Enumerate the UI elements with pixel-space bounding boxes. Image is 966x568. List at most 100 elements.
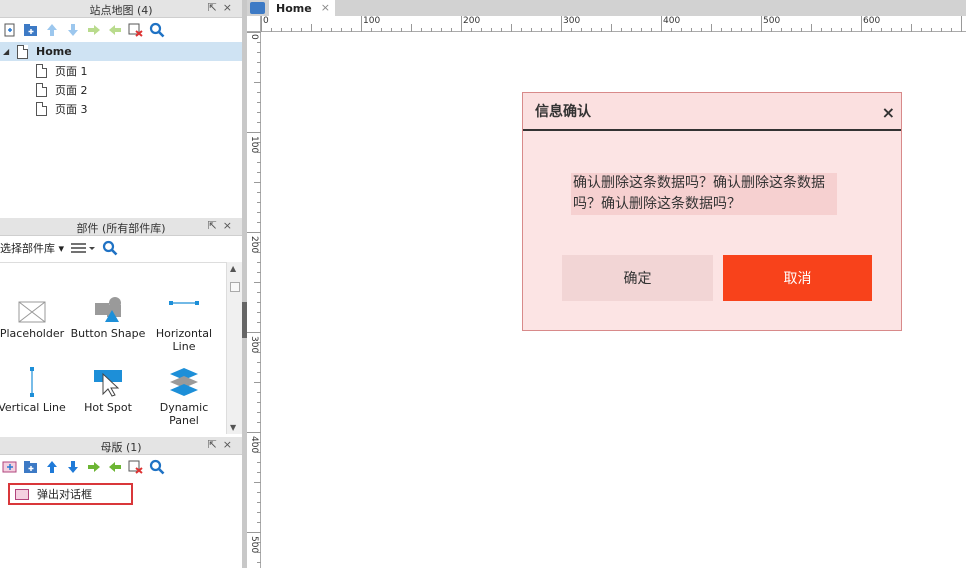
tree-item-label: 页面 1 [55, 64, 88, 78]
ruler-label: 0 [263, 16, 269, 26]
ruler-label: 100 [249, 136, 259, 154]
add-master-icon[interactable] [2, 459, 18, 475]
hot-spot-icon [70, 357, 146, 397]
move-down-icon[interactable] [65, 459, 81, 475]
ruler-label: 100 [363, 16, 381, 26]
close-tab-icon[interactable]: × [321, 1, 330, 14]
library-select[interactable]: 选择部件库 ▾ [0, 240, 64, 256]
master-icon [15, 488, 29, 500]
ruler-label: 400 [663, 16, 681, 26]
master-item-label: 弹出对话框 [37, 488, 92, 501]
tab-home[interactable]: Home × [269, 0, 335, 16]
tree-item-label: 页面 3 [55, 102, 88, 116]
search-icon[interactable] [149, 22, 165, 38]
widgets-scrollbar[interactable]: ▲ ▼ [226, 262, 242, 434]
widget-label: Vertical Line [0, 401, 66, 414]
sitemap-header: 站点地图 (4) ⇱× [0, 0, 242, 18]
widget-label: Placeholder [0, 327, 65, 340]
confirm-dialog[interactable]: 信息确认 × 确认删除这条数据吗？确认删除这条数据吗？确认删除这条数据吗？ 确定… [522, 92, 902, 331]
widget-hot-spot[interactable]: Hot Spot [70, 357, 146, 414]
ruler-label: 200 [249, 236, 259, 254]
close-icon[interactable]: × [223, 1, 238, 14]
ruler-label: 500 [763, 16, 781, 26]
outdent-icon[interactable] [107, 22, 123, 38]
cancel-button[interactable]: 取消 [723, 255, 872, 301]
widget-horizontal-line[interactable]: Horizontal Line [146, 283, 222, 353]
ruler-label: 300 [249, 336, 259, 354]
tree-item-page[interactable]: 页面 3 [0, 99, 242, 118]
tab-label: Home [276, 1, 312, 15]
tree-item-label: Home [36, 45, 72, 58]
master-item-popup-dialog[interactable]: 弹出对话框 [8, 483, 133, 505]
widget-label: Hot Spot [84, 401, 132, 414]
move-down-icon[interactable] [65, 22, 81, 38]
sitemap-toolbar [0, 18, 242, 42]
page-icon [36, 101, 47, 116]
widget-button-shape[interactable]: Button Shape [70, 283, 146, 340]
outdent-icon[interactable] [107, 459, 123, 475]
vertical-line-icon [0, 357, 70, 397]
dialog-title: 信息确认 [535, 104, 591, 120]
ruler-label: 0 [249, 34, 259, 40]
tree-item-label: 页面 2 [55, 83, 88, 97]
move-up-icon[interactable] [44, 459, 60, 475]
scroll-down-icon[interactable]: ▼ [230, 423, 236, 432]
widget-placeholder[interactable]: Placeholder [0, 283, 70, 340]
widgets-header: 部件 (所有部件库) ⇱× [0, 218, 242, 236]
tree-item-home[interactable]: ◢ Home [0, 42, 242, 61]
delete-master-icon[interactable] [128, 459, 144, 475]
page-icon [36, 82, 47, 97]
widget-label: Horizontal Line [155, 327, 213, 353]
tree-item-page[interactable]: 页面 2 [0, 80, 242, 99]
pin-icon[interactable]: ⇱ [208, 219, 223, 232]
widget-grid: Placeholder Button Shape Horizontal Line… [0, 262, 226, 432]
widget-label: Button Shape [70, 327, 146, 340]
ruler-label: 400 [249, 436, 259, 454]
widgets-panel: 部件 (所有部件库) ⇱× 选择部件库 ▾ Placeholder Button… [0, 218, 242, 436]
widget-vertical-line[interactable]: Vertical Line [0, 357, 70, 414]
search-icon[interactable] [149, 459, 165, 475]
widget-dynamic-panel[interactable]: Dynamic Panel [146, 357, 222, 427]
close-icon[interactable]: × [223, 438, 238, 451]
masters-title: 母版 (1) [100, 441, 142, 454]
scroll-thumb[interactable] [230, 282, 240, 292]
button-shape-icon [70, 283, 146, 323]
dialog-message: 确认删除这条数据吗？确认删除这条数据吗？确认删除这条数据吗？ [571, 173, 837, 215]
delete-page-icon[interactable] [128, 22, 144, 38]
ruler-label: 200 [463, 16, 481, 26]
add-page-icon[interactable] [2, 22, 18, 38]
masters-header: 母版 (1) ⇱× [0, 437, 242, 455]
add-folder-icon[interactable] [23, 459, 39, 475]
ruler-ticks [247, 32, 261, 563]
page-tab-icon [250, 2, 265, 14]
page-icon [17, 44, 28, 59]
placeholder-icon [0, 283, 70, 323]
widgets-title: 部件 (所有部件库) [76, 222, 166, 235]
ruler-label: 600 [863, 16, 881, 26]
indent-icon[interactable] [86, 459, 102, 475]
horizontal-ruler[interactable]: 0 100 200 300 400 500 600 [261, 16, 966, 32]
ok-button[interactable]: 确定 [562, 255, 713, 301]
menu-icon[interactable] [70, 240, 96, 256]
horizontal-line-icon [146, 283, 222, 323]
masters-panel: 母版 (1) ⇱× 弹出对话框 [0, 437, 242, 568]
pin-icon[interactable]: ⇱ [208, 1, 223, 14]
indent-icon[interactable] [86, 22, 102, 38]
dialog-header: 信息确认 [523, 93, 901, 131]
page-icon [36, 63, 47, 78]
widgets-toolbar: 选择部件库 ▾ [0, 236, 242, 260]
masters-toolbar [0, 455, 242, 479]
move-up-icon[interactable] [44, 22, 60, 38]
scroll-up-icon[interactable]: ▲ [230, 264, 236, 273]
tree-item-page[interactable]: 页面 1 [0, 61, 242, 80]
collapse-caret-icon[interactable]: ◢ [3, 47, 13, 56]
close-icon[interactable]: × [223, 219, 238, 232]
ruler-label: 500 [249, 536, 259, 554]
search-icon[interactable] [102, 240, 118, 256]
add-folder-icon[interactable] [23, 22, 39, 38]
pin-icon[interactable]: ⇱ [208, 438, 223, 451]
dynamic-panel-icon [146, 357, 222, 397]
vertical-ruler[interactable]: 0 100 200 300 400 500 [247, 32, 261, 568]
close-icon[interactable]: × [882, 103, 895, 122]
sitemap-tree: ◢ Home 页面 1 页面 2 页面 3 [0, 42, 242, 118]
